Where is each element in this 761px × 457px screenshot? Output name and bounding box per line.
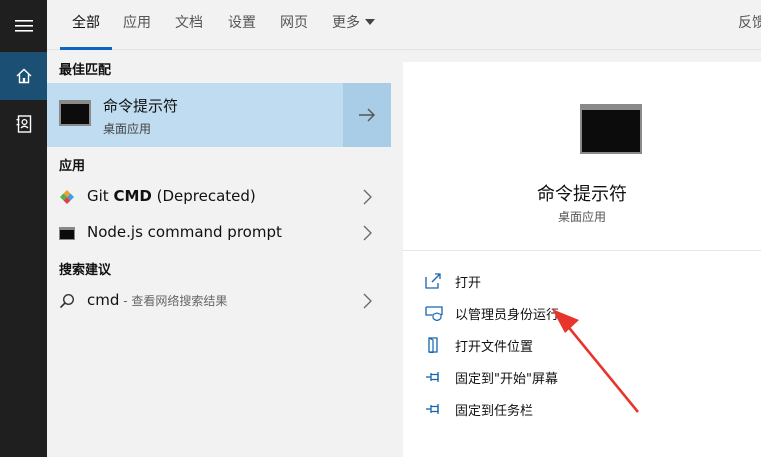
- tab-apps[interactable]: 应用: [123, 0, 151, 50]
- action-label: 打开文件位置: [455, 340, 534, 355]
- list-item-label: Git CMD (Deprecated): [87, 187, 256, 205]
- list-item-label: Node.js command prompt: [87, 223, 282, 241]
- search-icon: [59, 293, 75, 309]
- notebook-button[interactable]: [0, 100, 47, 148]
- feedback-button[interactable]: 反馈: [738, 0, 761, 50]
- action-open-file-location[interactable]: 打开文件位置: [425, 334, 725, 356]
- chevron-right-icon[interactable]: [360, 225, 374, 241]
- preview-header: 命令提示符 桌面应用: [403, 62, 761, 251]
- tab-settings[interactable]: 设置: [228, 0, 256, 50]
- git-icon: [60, 190, 74, 204]
- home-icon: [16, 68, 31, 84]
- action-run-as-admin[interactable]: 以管理员身份运行: [425, 302, 725, 324]
- best-match-title: 命令提示符: [103, 97, 179, 115]
- section-heading-search-suggestions: 搜索建议: [59, 263, 112, 278]
- section-heading-apps: 应用: [59, 159, 86, 174]
- list-item-nodejs-prompt[interactable]: Node.js command prompt: [47, 216, 391, 250]
- suggestion-hint: - 查看网络搜索结果: [119, 294, 228, 308]
- best-match-item[interactable]: 命令提示符 桌面应用: [47, 83, 343, 147]
- tab-web[interactable]: 网页: [280, 0, 308, 50]
- tab-more-label: 更多: [332, 15, 360, 31]
- preview-subtitle: 桌面应用: [557, 210, 606, 224]
- chevron-right-icon[interactable]: [360, 189, 374, 205]
- hamburger-menu-button[interactable]: [0, 0, 47, 52]
- list-item-label: cmd - 查看网络搜索结果: [87, 291, 227, 309]
- preview-pane: 命令提示符 桌面应用 打开 以管理员身份运行 打开文件位置 固定到"开始"屏幕 …: [403, 62, 761, 457]
- tab-all[interactable]: 全部: [60, 0, 112, 50]
- caret-down-icon: [365, 19, 375, 25]
- best-match-expand-button[interactable]: [343, 83, 391, 147]
- action-label: 固定到"开始"屏幕: [455, 372, 558, 387]
- app-name-tail: (Deprecated): [151, 187, 256, 205]
- console-icon: [59, 227, 75, 240]
- action-pin-to-start[interactable]: 固定到"开始"屏幕: [425, 366, 725, 388]
- action-pin-to-taskbar[interactable]: 固定到任务栏: [425, 398, 725, 420]
- list-item-web-suggestion[interactable]: cmd - 查看网络搜索结果: [47, 284, 391, 318]
- command-prompt-icon: [59, 100, 91, 126]
- action-label: 以管理员身份运行: [455, 308, 560, 323]
- app-name-plain: Git: [87, 187, 114, 205]
- search-tabs-bar: 全部 应用 文档 设置 网页 更多 反馈: [47, 0, 761, 50]
- hamburger-icon: [14, 20, 33, 32]
- suggestion-query: cmd: [87, 291, 120, 309]
- open-icon: [425, 273, 441, 289]
- action-label: 固定到任务栏: [455, 404, 534, 419]
- notebook-icon: [16, 115, 31, 133]
- app-name-match: CMD: [113, 187, 152, 205]
- pin-icon: [426, 372, 439, 382]
- file-location-icon: [428, 337, 438, 353]
- home-button[interactable]: [0, 52, 47, 100]
- best-match-subtitle: 桌面应用: [103, 122, 152, 136]
- admin-shield-icon: [425, 306, 443, 321]
- arrow-right-icon: [359, 108, 375, 122]
- left-rail: [0, 0, 47, 457]
- tab-documents[interactable]: 文档: [175, 0, 203, 50]
- chevron-right-icon[interactable]: [360, 293, 374, 309]
- action-label: 打开: [455, 276, 482, 291]
- section-heading-best-match: 最佳匹配: [59, 63, 112, 78]
- action-open[interactable]: 打开: [425, 270, 725, 292]
- preview-title: 命令提示符: [537, 184, 627, 205]
- results-list: 最佳匹配 命令提示符 桌面应用 应用 Git CMD (Deprecated) …: [47, 50, 391, 457]
- tab-more[interactable]: 更多: [332, 0, 375, 50]
- list-item-git-cmd[interactable]: Git CMD (Deprecated): [47, 180, 391, 214]
- command-prompt-large-icon: [580, 104, 642, 154]
- pin-icon: [426, 404, 439, 414]
